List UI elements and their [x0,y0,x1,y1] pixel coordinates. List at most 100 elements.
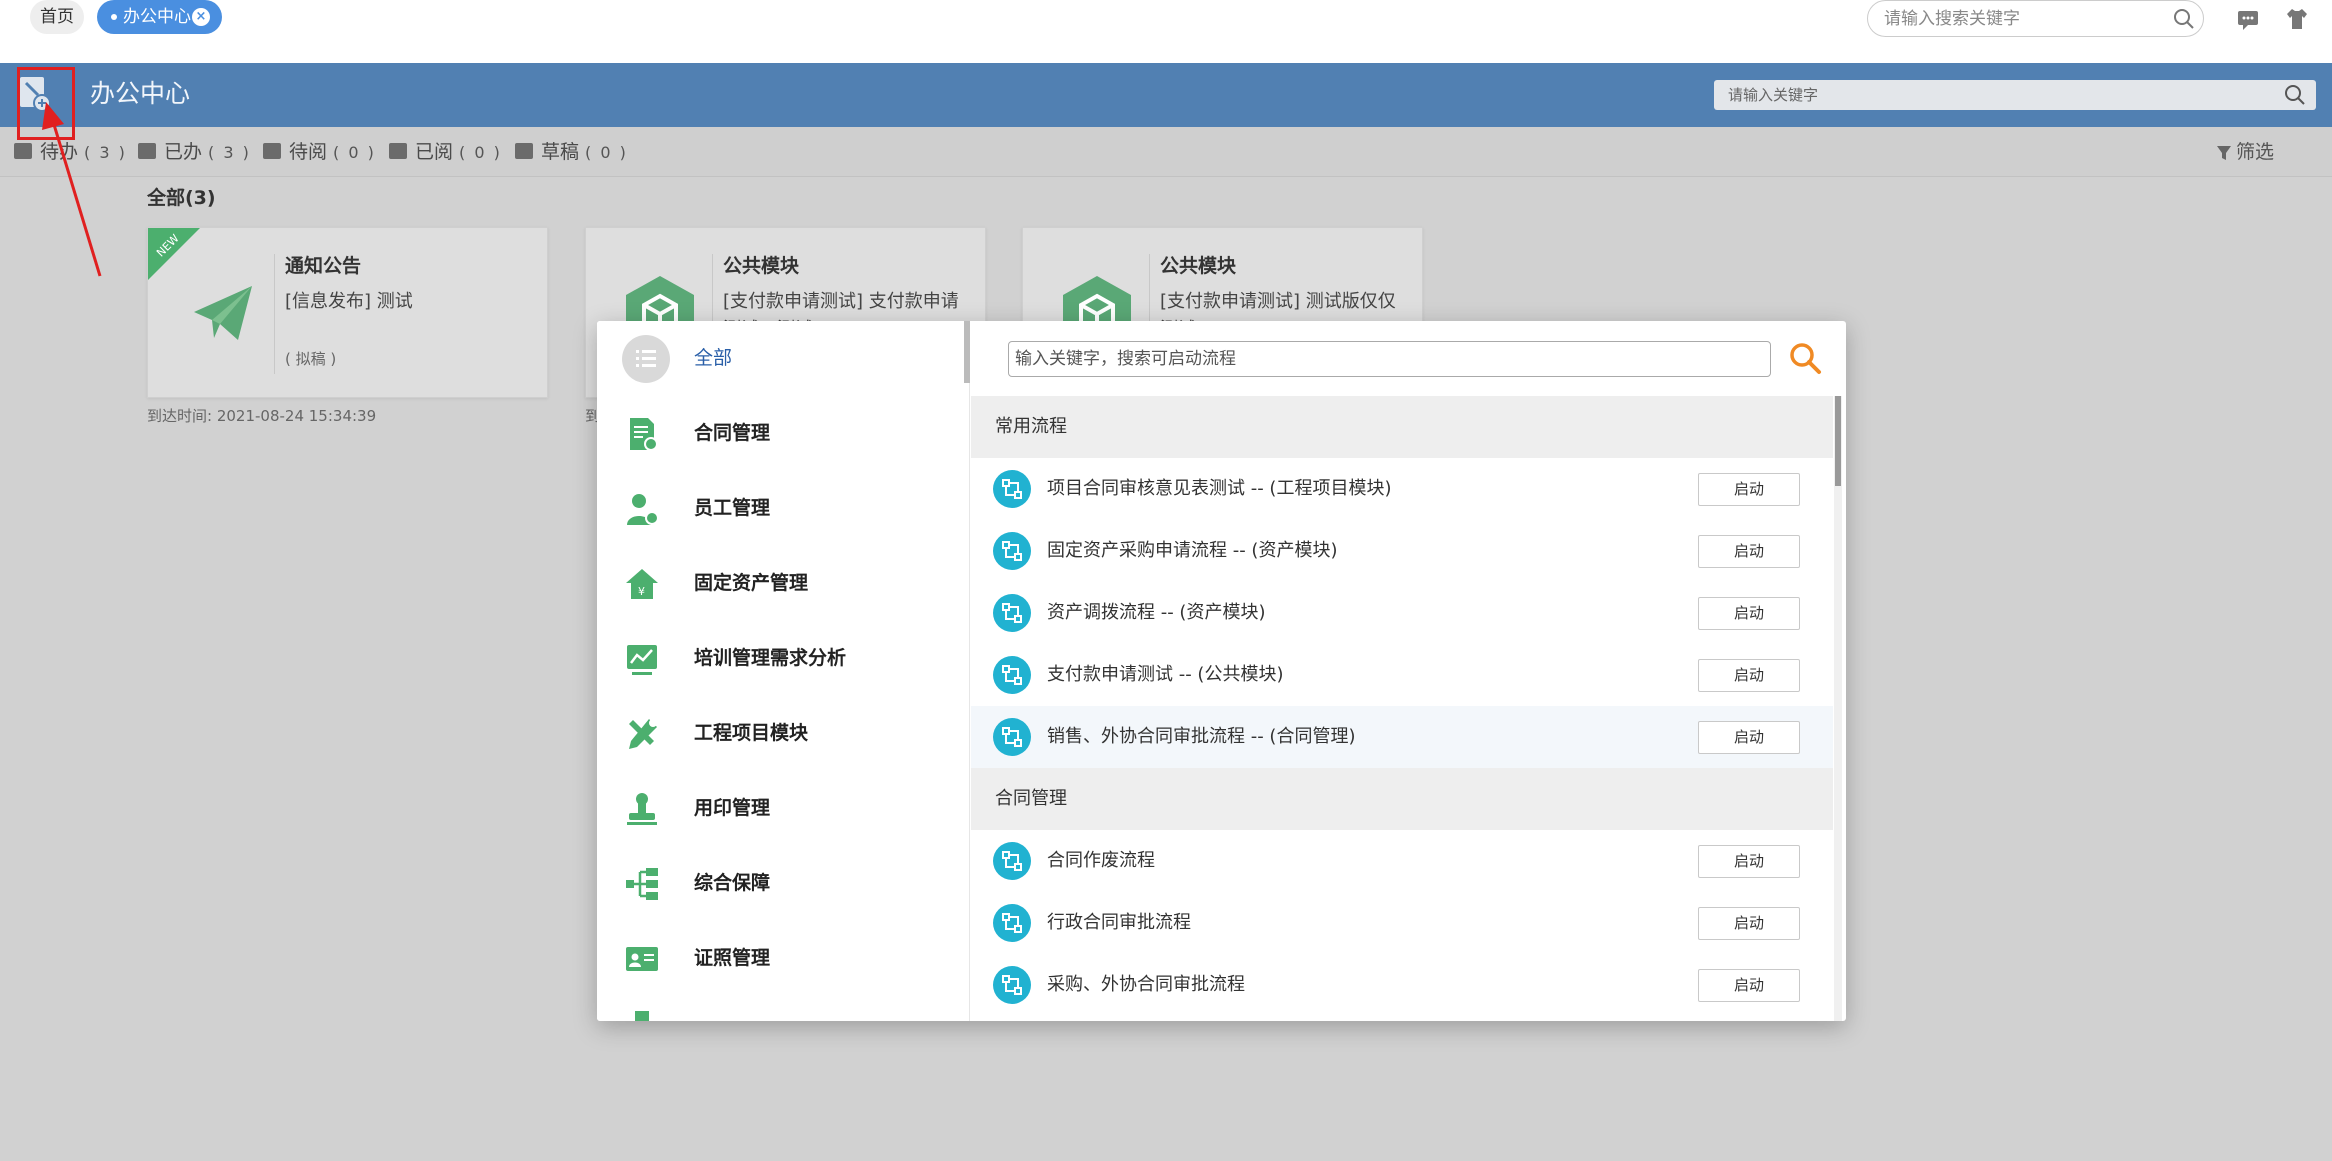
process-label: 销售、外协合同审批流程 -- (合同管理) [1047,726,1356,747]
tab-draft[interactable]: 草稿 ( 0 ) [515,127,628,177]
tab-draft-count: ( 0 ) [585,143,628,162]
module-header: 办公中心 [0,63,2332,127]
process-label: 固定资产采购申请流程 -- (资产模块) [1047,540,1338,561]
header-search-input[interactable] [1728,83,2268,107]
tab-to-read-count: ( 0 ) [333,143,376,162]
category-employee[interactable]: 员工管理 [597,471,963,546]
start-button[interactable]: 启动 [1698,597,1800,630]
process-label: 行政合同审批流程 [1047,912,1191,933]
category-label: 培训管理需求分析 [694,647,847,669]
workflow-icon [993,470,1031,508]
category-label: 工程项目模块 [694,722,809,744]
group-header-common: 常用流程 [971,396,1833,458]
tab-office-center-label: 办公中心 [123,7,191,27]
category-list: 全部 合同管理 员工管理 ¥ 固定资产管理 培训管理需求分析 工程项目模块 用印… [597,321,970,1021]
filter-label: 筛选 [2235,141,2274,163]
tab-home[interactable]: 首页 [30,0,84,34]
card-arrival-time: 到达时间: 2021-08-24 15:34:39 [147,407,377,425]
start-button[interactable]: 启动 [1698,535,1800,568]
list-icon [622,335,670,383]
tab-done-count: ( 3 ) [208,143,251,162]
process-label: 资产调拨流程 -- (资产模块) [1047,602,1266,623]
process-row: 行政合同审批流程 启动 [971,892,1833,954]
todo-icon [14,143,32,159]
process-row: 资产调拨流程 -- (资产模块) 启动 [971,582,1833,644]
category-label: 综合保障 [694,872,771,894]
start-button[interactable]: 启动 [1698,845,1800,878]
search-icon[interactable] [1786,339,1824,377]
process-row: 销售、外协合同审批流程 -- (合同管理) 启动 [971,706,1833,768]
category-scrollbar[interactable] [964,321,970,383]
tab-done[interactable]: 已办 ( 3 ) [138,127,251,177]
process-panel: 常用流程 项目合同审核意见表测试 -- (工程项目模块) 启动 固定资产采购申请… [971,321,1846,1021]
search-icon[interactable] [2171,6,2197,32]
tab-to-read[interactable]: 待阅 ( 0 ) [263,127,376,177]
card-status: ( 拟稿 ) [285,350,337,368]
tab-read-label: 已阅 [415,141,454,163]
process-label: 合同作废流程 [1047,850,1155,871]
group-header-contract: 合同管理 [971,768,1833,830]
start-button[interactable]: 启动 [1698,969,1800,1002]
process-scrollbar[interactable] [1835,396,1841,486]
process-label: 支付款申请测试 -- (公共模块) [1047,664,1284,685]
category-engineering[interactable]: 工程项目模块 [597,696,963,771]
process-scroll-track [1834,396,1842,1021]
category-support[interactable]: 综合保障 [597,846,963,921]
process-label: 项目合同审核意见表测试 -- (工程项目模块) [1047,478,1392,499]
tab-to-read-label: 待阅 [289,141,328,163]
workflow-icon [993,594,1031,632]
stamp-icon [627,793,657,825]
process-row: 支付款申请测试 -- (公共模块) 启动 [971,644,1833,706]
draft-icon [515,143,533,159]
message-icon[interactable] [2235,6,2261,32]
workflow-icon [993,656,1031,694]
contract-icon [630,418,658,451]
category-training[interactable]: 培训管理需求分析 [597,621,963,696]
tab-done-label: 已办 [164,141,203,163]
workflow-icon [993,966,1031,1004]
tab-office-center[interactable]: 办公中心 × [97,0,222,34]
workflow-icon [993,718,1031,756]
process-row: 固定资产采购申请流程 -- (资产模块) 启动 [971,520,1833,582]
section-title: 全部(3) [147,187,216,209]
category-label: 员工管理 [694,497,771,519]
shirt-icon[interactable] [2284,6,2310,32]
category-label: 证照管理 [694,947,771,969]
start-button[interactable]: 启动 [1698,721,1800,754]
house-icon: ¥ [626,569,658,599]
start-button[interactable]: 启动 [1698,473,1800,506]
status-tabs: 待办( 3 ) 已办( 3 ) 待阅( 0 ) 已阅( 0 ) 草稿( 0 ) … [0,127,2332,177]
category-label: 合同管理 [694,422,771,444]
card-divider [274,254,275,374]
open-mail-icon [389,143,407,159]
category-contract[interactable]: 合同管理 [597,396,963,471]
annotation-arrow-icon [42,102,102,277]
process-row: 合同作废流程 启动 [971,830,1833,892]
process-label: 采购、外协合同审批流程 [1047,974,1245,995]
filter-icon [2216,145,2231,160]
process-row: 项目合同审核意见表测试 -- (工程项目模块) 启动 [971,458,1833,520]
category-seal[interactable]: 用印管理 [597,771,963,846]
process-search-input[interactable] [1015,346,1755,372]
filter-button[interactable]: 筛选 [2216,127,2274,177]
start-button[interactable]: 启动 [1698,659,1800,692]
card-desc: [信息发布] 测试 [285,291,413,312]
id-card-icon [626,947,658,971]
tab-read[interactable]: 已阅 ( 0 ) [389,127,502,177]
global-search-input[interactable] [1884,6,2154,32]
tab-close-icon[interactable]: × [192,8,210,26]
search-icon[interactable] [2282,82,2308,108]
header-search [1714,80,2316,110]
tree-icon [626,868,658,900]
category-overflow-icon [635,1011,649,1021]
mail-icon [263,143,281,159]
card-notice[interactable]: NEW 通知公告 [信息发布] 测试 ( 拟稿 ) [147,227,548,398]
tab-active-dot [111,14,117,20]
category-license[interactable]: 证照管理 [597,921,963,996]
start-process-dialog: 全部 合同管理 员工管理 ¥ 固定资产管理 培训管理需求分析 工程项目模块 用印… [597,321,1846,1021]
start-button[interactable]: 启动 [1698,907,1800,940]
tab-draft-label: 草稿 [541,141,580,163]
category-fixed-assets[interactable]: ¥ 固定资产管理 [597,546,963,621]
category-all[interactable]: 全部 [597,321,963,396]
svg-text:¥: ¥ [638,585,645,598]
